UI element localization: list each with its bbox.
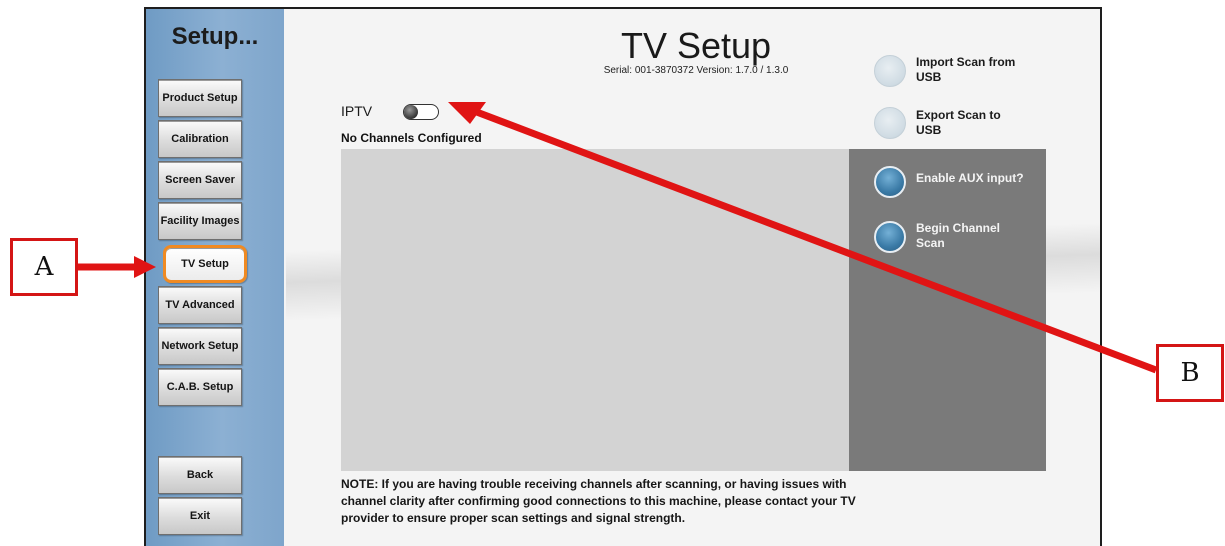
callout-a-arrow (78, 256, 156, 278)
callout-b-arrow (448, 102, 1158, 374)
callout-arrows (78, 102, 1158, 374)
